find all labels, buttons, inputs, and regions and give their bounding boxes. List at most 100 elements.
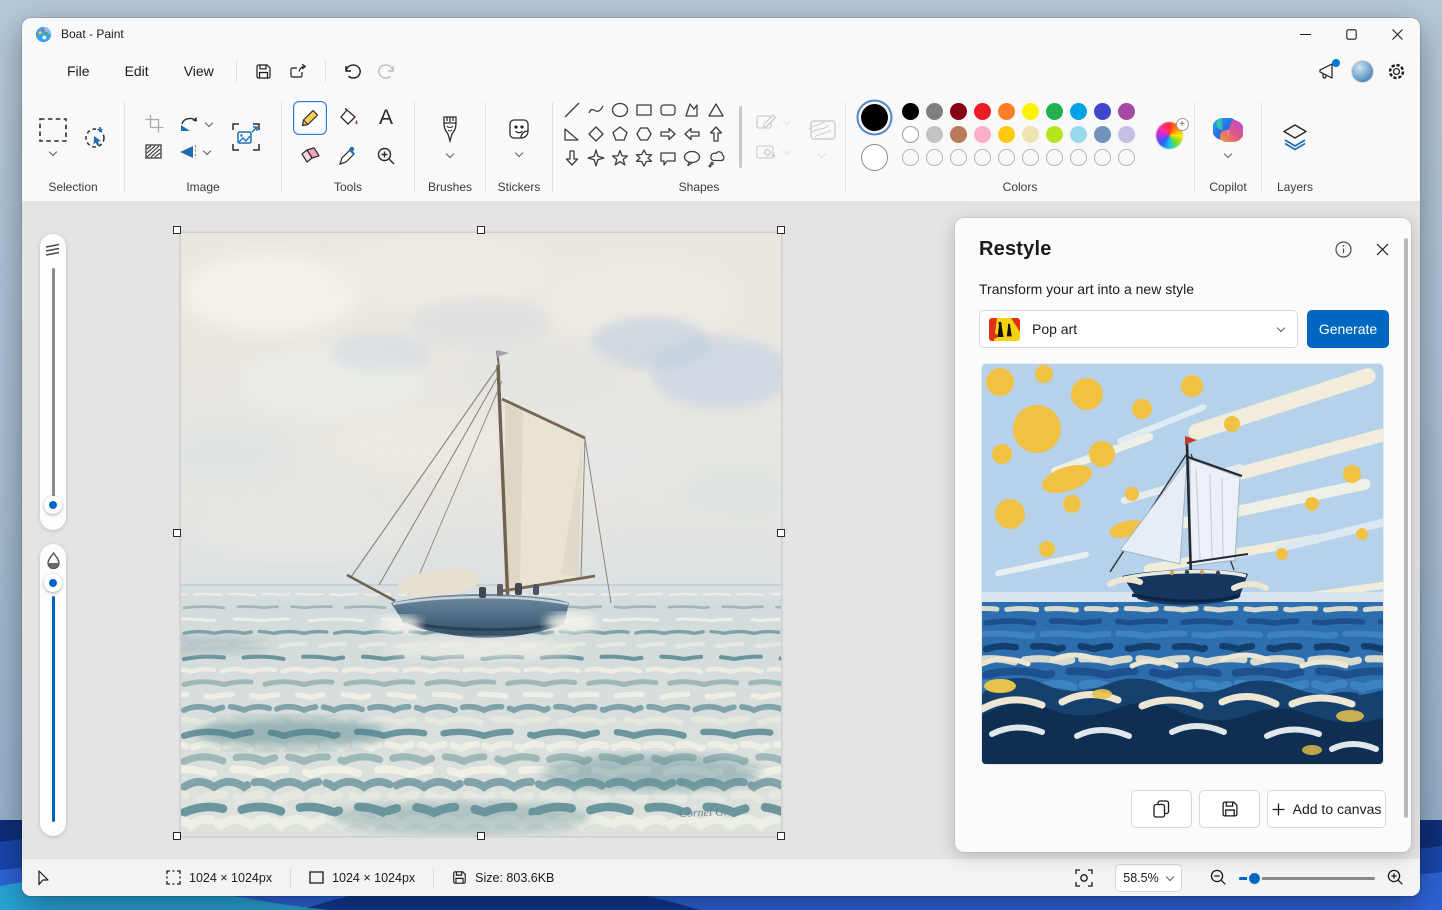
flip-dropdown-chevron[interactable] — [203, 148, 211, 156]
selection-dropdown-chevron[interactable] — [49, 149, 57, 157]
palette-color-b97a57[interactable] — [950, 126, 967, 143]
palette-color-ff7f27[interactable] — [998, 103, 1015, 120]
style-dropdown[interactable]: Pop art — [979, 310, 1298, 348]
palette-empty-slot[interactable] — [950, 149, 967, 166]
shape-polygon-icon[interactable] — [681, 98, 703, 122]
selection-handle-w[interactable] — [173, 529, 181, 537]
palette-empty-slot[interactable] — [1022, 149, 1039, 166]
palette-color-880015[interactable] — [950, 103, 967, 120]
pencil-tool-button[interactable] — [293, 101, 327, 135]
magnifier-tool-button[interactable] — [369, 139, 403, 173]
layers-button[interactable] — [1280, 94, 1310, 180]
settings-button[interactable] — [1387, 62, 1406, 81]
shape-diamond-icon[interactable] — [585, 122, 607, 146]
eraser-tool-button[interactable] — [293, 139, 327, 173]
palette-empty-slot[interactable] — [926, 149, 943, 166]
close-button[interactable] — [1374, 18, 1420, 50]
shape-arrow-up-icon[interactable] — [705, 122, 727, 146]
account-avatar[interactable] — [1352, 61, 1373, 82]
palette-empty-slot[interactable] — [1118, 149, 1135, 166]
drawing-canvas[interactable]: Cornel G. — [181, 233, 781, 836]
shape-callout-oval-icon[interactable] — [681, 146, 703, 170]
fill-tool-button[interactable] — [331, 101, 365, 135]
zoom-level-dropdown[interactable]: 58.5% — [1115, 864, 1182, 892]
shape-pentagon-icon[interactable] — [609, 122, 631, 146]
shape-callout-cloud-icon[interactable] — [705, 146, 727, 170]
shape-style-button[interactable] — [807, 115, 837, 159]
palette-empty-slot[interactable] — [902, 149, 919, 166]
palette-color-ffffff[interactable] — [902, 126, 919, 143]
palette-color-ffaec9[interactable] — [974, 126, 991, 143]
redo-button[interactable] — [370, 56, 404, 86]
secondary-color-swatch[interactable] — [861, 144, 888, 171]
selection-handle-e[interactable] — [777, 529, 785, 537]
zoom-to-fit-button[interactable] — [1075, 869, 1093, 887]
palette-color-c8bfe7[interactable] — [1118, 126, 1135, 143]
shape-rounded-rectangle-icon[interactable] — [657, 98, 679, 122]
shape-star-four-icon[interactable] — [585, 146, 607, 170]
palette-color-3f48cc[interactable] — [1094, 103, 1111, 120]
palette-color-99d9ea[interactable] — [1070, 126, 1087, 143]
primary-color-swatch[interactable] — [861, 104, 888, 131]
palette-color-ffc90e[interactable] — [998, 126, 1015, 143]
shapes-scrollbar[interactable] — [739, 106, 742, 168]
selection-handle-n[interactable] — [477, 226, 485, 234]
info-icon[interactable] — [1335, 241, 1352, 258]
stickers-button[interactable] — [506, 94, 532, 180]
selection-handle-nw[interactable] — [173, 226, 181, 234]
brushes-button[interactable] — [439, 94, 461, 180]
shape-heart-icon[interactable] — [585, 170, 607, 176]
save-button[interactable] — [247, 56, 281, 86]
shape-line-icon[interactable] — [561, 98, 583, 122]
menu-edit[interactable]: Edit — [113, 57, 161, 85]
palette-color-fff200[interactable] — [1022, 103, 1039, 120]
shape-rectangle-icon[interactable] — [633, 98, 655, 122]
shape-star-five-icon[interactable] — [609, 146, 631, 170]
opacity-slider[interactable] — [40, 544, 66, 836]
feedback-button[interactable] — [1318, 62, 1338, 80]
selection-tool-button[interactable] — [38, 117, 68, 157]
selection-handle-sw[interactable] — [173, 832, 181, 840]
restyle-close-icon[interactable] — [1376, 243, 1389, 256]
shape-fill-button[interactable] — [756, 142, 791, 162]
selection-handle-ne[interactable] — [777, 226, 785, 234]
shape-cloud-icon[interactable] — [561, 170, 583, 176]
remove-background-button[interactable] — [145, 143, 164, 160]
rotate-button[interactable] — [178, 115, 213, 133]
copy-result-button[interactable] — [1131, 790, 1192, 828]
generate-button[interactable]: Generate — [1307, 310, 1389, 348]
palette-empty-slot[interactable] — [1046, 149, 1063, 166]
restyle-scrollbar[interactable] — [1404, 238, 1408, 818]
thickness-slider[interactable] — [40, 234, 66, 530]
shape-triangle-icon[interactable] — [705, 98, 727, 122]
rotate-dropdown-chevron[interactable] — [205, 120, 213, 128]
shape-arrow-down-icon[interactable] — [561, 146, 583, 170]
palette-empty-slot[interactable] — [974, 149, 991, 166]
palette-empty-slot[interactable] — [1070, 149, 1087, 166]
text-tool-button[interactable]: A — [369, 101, 403, 135]
shape-outline-button[interactable] — [756, 112, 791, 132]
shape-callout-rounded-icon[interactable] — [657, 146, 679, 170]
palette-color-00a2e8[interactable] — [1070, 103, 1087, 120]
copilot-button[interactable] — [1213, 94, 1243, 180]
shape-curve-icon[interactable] — [585, 98, 607, 122]
share-button[interactable] — [281, 56, 315, 86]
shape-arrow-left-icon[interactable] — [681, 122, 703, 146]
minimize-button[interactable] — [1282, 18, 1328, 50]
menu-view[interactable]: View — [172, 57, 226, 85]
palette-color-b5e61d[interactable] — [1046, 126, 1063, 143]
edit-colors-button[interactable]: + — [1156, 122, 1186, 152]
palette-color-a349a4[interactable] — [1118, 103, 1135, 120]
selection-handle-se[interactable] — [777, 832, 785, 840]
crop-button[interactable] — [145, 114, 164, 133]
shape-oval-icon[interactable] — [609, 98, 631, 122]
undo-button[interactable] — [336, 56, 370, 86]
resize-image-button[interactable] — [231, 122, 261, 152]
palette-color-7092be[interactable] — [1094, 126, 1111, 143]
copilot-dropdown-chevron[interactable] — [1224, 151, 1232, 159]
shape-arrow-right-icon[interactable] — [657, 122, 679, 146]
stickers-dropdown-chevron[interactable] — [515, 150, 523, 158]
palette-empty-slot[interactable] — [998, 149, 1015, 166]
shape-hexagon-icon[interactable] — [633, 122, 655, 146]
shape-right-triangle-icon[interactable] — [561, 122, 583, 146]
